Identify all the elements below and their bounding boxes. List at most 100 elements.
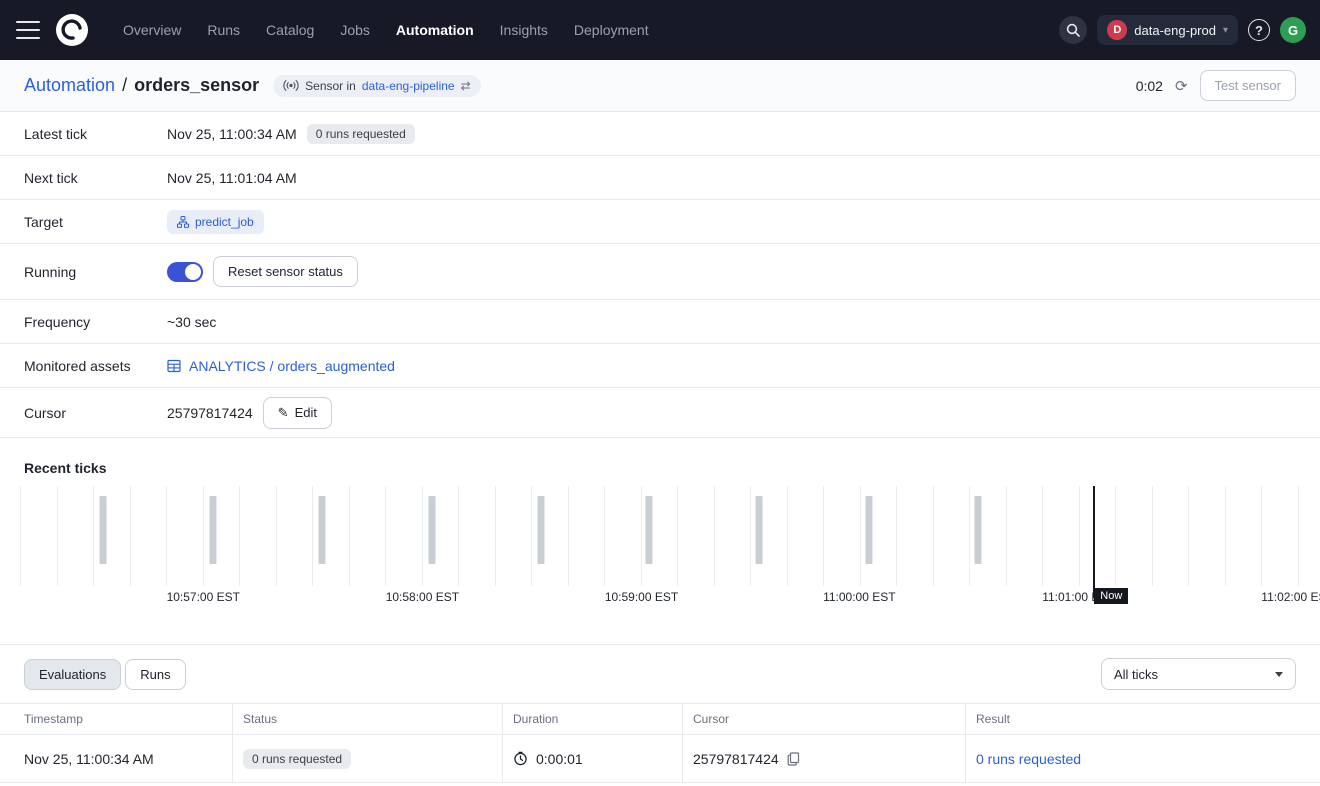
- timeline-axis-label: 11:02:00 EST: [1261, 590, 1320, 604]
- tick-bar[interactable]: [428, 496, 435, 564]
- tick-bar[interactable]: [865, 496, 872, 564]
- refresh-countdown: 0:02: [1136, 78, 1163, 94]
- timeline-gridline: [750, 486, 751, 586]
- dagster-logo-icon[interactable]: [54, 12, 90, 48]
- code-location-link[interactable]: data-eng-pipeline: [362, 79, 455, 93]
- nav-item-deployment[interactable]: Deployment: [561, 22, 662, 38]
- monitored-asset-label: ANALYTICS / orders_augmented: [189, 358, 395, 374]
- row-status-badge: 0 runs requested: [243, 749, 351, 769]
- chevron-down-icon: ▾: [1223, 25, 1228, 36]
- recent-ticks-heading: Recent ticks: [0, 438, 1320, 486]
- monitored-asset-link[interactable]: ANALYTICS / orders_augmented: [167, 358, 395, 374]
- col-header-duration: Duration: [503, 704, 683, 734]
- timeline-gridline: [1115, 486, 1116, 586]
- nav-item-catalog[interactable]: Catalog: [253, 22, 327, 38]
- tick-filter-select[interactable]: All ticks: [1101, 658, 1296, 690]
- col-header-status: Status: [233, 704, 503, 734]
- edit-cursor-button[interactable]: ✎ Edit: [263, 397, 332, 429]
- timeline-gridline: [969, 486, 970, 586]
- tick-bar[interactable]: [538, 496, 545, 564]
- timeline-gridline: [203, 486, 204, 586]
- top-nav-right: D data-eng-prod ▾ ? G: [1059, 15, 1306, 45]
- timeline-gridline: [385, 486, 386, 586]
- timeline-axis-label: 10:57:00 EST: [167, 590, 240, 604]
- monitored-assets-label: Monitored assets: [24, 358, 167, 374]
- timeline-gridline: [714, 486, 715, 586]
- latest-tick-status-badge: 0 runs requested: [307, 124, 415, 144]
- timeline-gridline: [1006, 486, 1007, 586]
- col-header-cursor: Cursor: [683, 704, 966, 734]
- row-result-link[interactable]: 0 runs requested: [976, 751, 1081, 767]
- pencil-icon: ✎: [278, 405, 289, 421]
- tab-evaluations[interactable]: Evaluations: [24, 659, 121, 690]
- timeline-gridline: [422, 486, 423, 586]
- sensor-icon: [283, 79, 299, 92]
- evaluations-section: Evaluations Runs All ticks Timestamp Sta…: [0, 644, 1320, 783]
- tick-bar[interactable]: [319, 496, 326, 564]
- breadcrumb-automation-link[interactable]: Automation: [24, 75, 115, 96]
- reload-location-icon[interactable]: ⇄: [461, 79, 471, 93]
- asset-table-icon: [167, 359, 181, 373]
- search-icon[interactable]: [1059, 16, 1087, 44]
- clock-icon: [513, 751, 528, 766]
- timeline-gridline: [93, 486, 94, 586]
- refresh-icon[interactable]: ⟳: [1175, 77, 1188, 95]
- running-label: Running: [24, 264, 167, 280]
- top-nav: Overview Runs Catalog Jobs Automation In…: [0, 0, 1320, 60]
- sensor-type-badge: Sensor in data-eng-pipeline ⇄: [273, 75, 481, 97]
- breadcrumb: Automation / orders_sensor: [24, 75, 259, 96]
- tick-bar[interactable]: [975, 496, 982, 564]
- tick-bar[interactable]: [646, 496, 653, 564]
- timeline-gridline: [312, 486, 313, 586]
- help-icon[interactable]: ?: [1248, 19, 1270, 41]
- row-duration: 0:00:01: [536, 751, 583, 767]
- timeline-gridline: [458, 486, 459, 586]
- evaluations-toolbar: Evaluations Runs All ticks: [0, 645, 1320, 703]
- tab-runs[interactable]: Runs: [125, 659, 185, 690]
- evaluations-table-header: Timestamp Status Duration Cursor Result: [0, 703, 1320, 735]
- avatar[interactable]: G: [1280, 17, 1306, 43]
- menu-icon[interactable]: [16, 21, 40, 39]
- timeline-axis-label: 11:00:00 EST: [823, 590, 896, 604]
- nav-item-insights[interactable]: Insights: [487, 22, 561, 38]
- copy-icon[interactable]: [787, 752, 800, 766]
- tick-bar[interactable]: [209, 496, 216, 564]
- test-sensor-button[interactable]: Test sensor: [1200, 70, 1296, 101]
- header-actions: 0:02 ⟳ Test sensor: [1136, 70, 1296, 101]
- timeline-gridline: [166, 486, 167, 586]
- reset-sensor-status-button[interactable]: Reset sensor status: [213, 256, 358, 287]
- nav-item-automation[interactable]: Automation: [383, 22, 487, 38]
- nav-item-runs[interactable]: Runs: [194, 22, 253, 38]
- timeline-gridline: [1225, 486, 1226, 586]
- workspace-label: data-eng-prod: [1134, 23, 1216, 38]
- timeline-gridline: [239, 486, 240, 586]
- sensor-details: Latest tick Nov 25, 11:00:34 AM 0 runs r…: [0, 112, 1320, 438]
- next-tick-row: Next tick Nov 25, 11:01:04 AM: [0, 156, 1320, 200]
- nav-item-jobs[interactable]: Jobs: [327, 22, 383, 38]
- timeline-axis-label: 10:59:00 EST: [605, 590, 678, 604]
- timeline-gridline: [641, 486, 642, 586]
- timeline-gridline: [1188, 486, 1189, 586]
- row-timestamp[interactable]: Nov 25, 11:00:34 AM: [24, 751, 154, 767]
- tick-bar[interactable]: [99, 496, 106, 564]
- timeline-gridline: [57, 486, 58, 586]
- timeline-gridline: [787, 486, 788, 586]
- nav-item-overview[interactable]: Overview: [110, 22, 194, 38]
- timeline-axis-label: 10:58:00 EST: [386, 590, 459, 604]
- cursor-value: 25797817424: [167, 405, 253, 421]
- timeline-gridline: [933, 486, 934, 586]
- target-job-link[interactable]: predict_job: [167, 210, 264, 234]
- frequency-label: Frequency: [24, 314, 167, 330]
- edit-cursor-label: Edit: [295, 405, 317, 420]
- workspace-selector[interactable]: D data-eng-prod ▾: [1097, 15, 1238, 45]
- row-cursor: 25797817424: [693, 751, 779, 767]
- timeline-gridline: [896, 486, 897, 586]
- latest-tick-label: Latest tick: [24, 126, 167, 142]
- timeline-gridline: [823, 486, 824, 586]
- target-row: Target predict_job: [0, 200, 1320, 244]
- tick-bar[interactable]: [756, 496, 763, 564]
- workspace-badge: D: [1107, 20, 1127, 40]
- tick-timeline: 10:57:00 EST 10:58:00 EST 10:59:00 EST 11:0…: [0, 486, 1320, 612]
- running-toggle[interactable]: [167, 262, 203, 282]
- sensor-badge-prefix: Sensor in: [305, 79, 356, 93]
